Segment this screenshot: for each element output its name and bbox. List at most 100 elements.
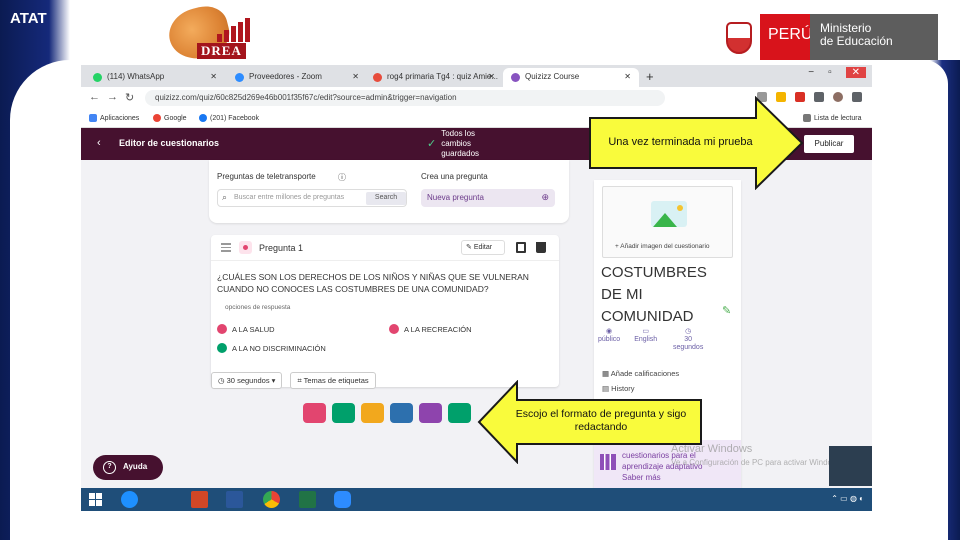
close-window-icon[interactable]: ✕ — [845, 67, 866, 78]
search-create-card: Preguntas de teletransporte ⓘ Crea una p… — [209, 160, 569, 223]
tags-button[interactable]: ⌗ Temas de etiquetas — [290, 372, 376, 389]
chrome-icon[interactable] — [263, 491, 280, 508]
close-tab-icon[interactable]: ✕ — [488, 72, 495, 81]
puzzle-icon[interactable] — [814, 92, 824, 102]
add-grades-link[interactable]: ▦ Añade calificaciones — [602, 366, 679, 381]
add-image-label: + Añadir imagen del cuestionario — [615, 243, 710, 250]
time-setting[interactable]: ◷ 30 segundos — [671, 328, 705, 352]
clock-icon: ◷ — [685, 328, 692, 335]
excel-icon[interactable] — [299, 491, 316, 508]
minedu-logo: PERÚ Ministerio de Educación — [718, 14, 938, 60]
drea-wordmark: DREA — [197, 43, 246, 59]
publish-button[interactable]: Publicar — [804, 135, 854, 153]
quiz-meta: ◉ público ▭ English ◷ 30 segundos — [598, 328, 705, 352]
slide: ATAT DREA PERÚ Ministerio de Educación (… — [0, 0, 960, 540]
reading-list[interactable]: Lista de lectura — [803, 114, 861, 122]
duplicate-icon[interactable] — [516, 242, 526, 253]
slide-icon[interactable] — [448, 403, 471, 423]
checkbox-icon[interactable] — [332, 403, 355, 423]
answer-option: A LA NO DISCRIMINACIÓN — [217, 343, 326, 353]
question-card-header: Pregunta 1 ✎ Editar — [211, 235, 559, 261]
whatsapp-icon — [93, 73, 102, 82]
windows-taskbar: ⌃ ▭ ◍ ◐ — [81, 488, 872, 511]
language-setting[interactable]: ▭ English — [634, 328, 657, 352]
trash-icon[interactable] — [536, 242, 546, 253]
question-number: Pregunta 1 — [259, 243, 304, 253]
eye-icon: ◉ — [606, 328, 613, 335]
question-type-toolbar — [303, 403, 471, 423]
multiple-choice-icon — [239, 241, 252, 254]
tab-grid[interactable]: rog4 primaria Tg4 : quiz Amie... ✕ — [365, 68, 503, 87]
corner-label: ATAT — [10, 10, 47, 27]
search-input[interactable]: ⌕ Buscar entre millones de preguntas Sea… — [217, 189, 407, 207]
options-header: opciones de respuesta — [225, 304, 291, 311]
visibility-setting[interactable]: ◉ público — [598, 328, 620, 352]
create-label: Crea una pregunta — [421, 172, 488, 181]
new-tab-button[interactable]: + — [646, 69, 654, 84]
callout-format-text: Escojo el formato de pregunta y sigo red… — [515, 408, 687, 433]
add-image-area[interactable]: + Añadir imagen del cuestionario — [602, 186, 733, 258]
minimize-icon[interactable]: − — [808, 67, 814, 78]
left-decor-band — [0, 0, 72, 540]
quiz-title: COSTUMBRES DE MI COMUNIDAD — [601, 264, 707, 325]
callout-publish: Una vez terminada mi prueba — [588, 96, 805, 190]
time-select[interactable]: ◷ 30 segundos ▾ — [211, 372, 283, 389]
tab-zoom[interactable]: Proveedores - Zoom ✕ — [227, 68, 367, 87]
multiple-choice-icon[interactable] — [303, 403, 326, 423]
url-input[interactable]: quizizz.com/quiz/60c825d269e46b001f35f67… — [145, 90, 665, 106]
pencil-icon[interactable]: ✎ — [722, 304, 731, 317]
quizizz-icon — [511, 73, 520, 82]
bookmark-apps[interactable]: Aplicaciones — [89, 114, 139, 122]
zoom-icon — [235, 73, 244, 82]
plus-circle-icon: ⊕ — [541, 192, 549, 202]
tab-whatsapp[interactable]: (114) WhatsApp ✕ — [85, 68, 225, 87]
back-arrow-icon[interactable]: ← — [89, 91, 100, 103]
window-controls: − ▫ ✕ — [808, 67, 866, 78]
help-button[interactable]: ? Ayuda — [93, 455, 163, 480]
ie-icon[interactable] — [121, 491, 138, 508]
callout-publish-text: Una vez terminada mi prueba — [608, 136, 753, 148]
question-text: ¿CUÁLES SON LOS DERECHOS DE LOS NIÑOS Y … — [217, 272, 529, 294]
edit-button[interactable]: ✎ Editar — [461, 240, 505, 255]
reload-icon[interactable]: ↻ — [125, 91, 134, 104]
apps-grid-icon — [89, 114, 97, 122]
maximize-icon[interactable]: ▫ — [828, 67, 832, 78]
answer-option: A LA RECREACIÓN — [389, 324, 472, 334]
tab-quizizz[interactable]: Quizizz Course ✕ — [503, 68, 639, 87]
grid-icon — [373, 73, 382, 82]
windows-start-icon[interactable] — [89, 493, 102, 506]
forward-arrow-icon[interactable]: → — [107, 91, 118, 103]
saved-status: ✓ Todos los cambios guardados — [427, 129, 480, 158]
callout-format: Escojo el formato de pregunta y sigo red… — [477, 380, 703, 464]
bookmark-google[interactable]: Google — [153, 114, 187, 122]
question-card: Pregunta 1 ✎ Editar ¿CUÁLES SON LOS DERE… — [211, 235, 559, 387]
powerpoint-icon[interactable] — [191, 491, 208, 508]
menu-dots-icon[interactable] — [852, 92, 862, 102]
close-tab-icon[interactable]: ✕ — [352, 72, 359, 81]
incorrect-dot-icon — [389, 324, 399, 334]
info-icon: ⓘ — [338, 173, 346, 182]
search-button[interactable]: Search — [366, 192, 406, 205]
crest-icon — [718, 14, 760, 60]
editor-title: Editor de cuestionarios — [119, 138, 220, 148]
word-icon[interactable] — [226, 491, 243, 508]
close-tab-icon[interactable]: ✕ — [210, 72, 217, 81]
avatar[interactable] — [833, 92, 843, 102]
google-icon — [153, 114, 161, 122]
drea-logo: DREA — [163, 1, 255, 65]
browser-tab-strip: (114) WhatsApp ✕ Proveedores - Zoom ✕ ro… — [81, 65, 872, 87]
close-tab-icon[interactable]: ✕ — [624, 72, 631, 81]
drag-handle-icon[interactable] — [221, 243, 231, 252]
search-icon: ⌕ — [222, 192, 228, 202]
open-ended-icon[interactable] — [419, 403, 442, 423]
preview-thumbnail — [829, 446, 872, 486]
answer-option: A LA SALUD — [217, 324, 275, 334]
back-chevron-icon[interactable]: ‹ — [97, 137, 101, 149]
bookmark-facebook[interactable]: (201) Facebook — [199, 114, 259, 122]
zoom-icon[interactable] — [334, 491, 351, 508]
poll-icon[interactable] — [390, 403, 413, 423]
facebook-icon — [199, 114, 207, 122]
fill-blank-icon[interactable] — [361, 403, 384, 423]
system-tray-icons[interactable]: ⌃ ▭ ◍ ◐ — [831, 494, 864, 503]
new-question-button[interactable]: Nueva pregunta ⊕ — [421, 189, 555, 207]
